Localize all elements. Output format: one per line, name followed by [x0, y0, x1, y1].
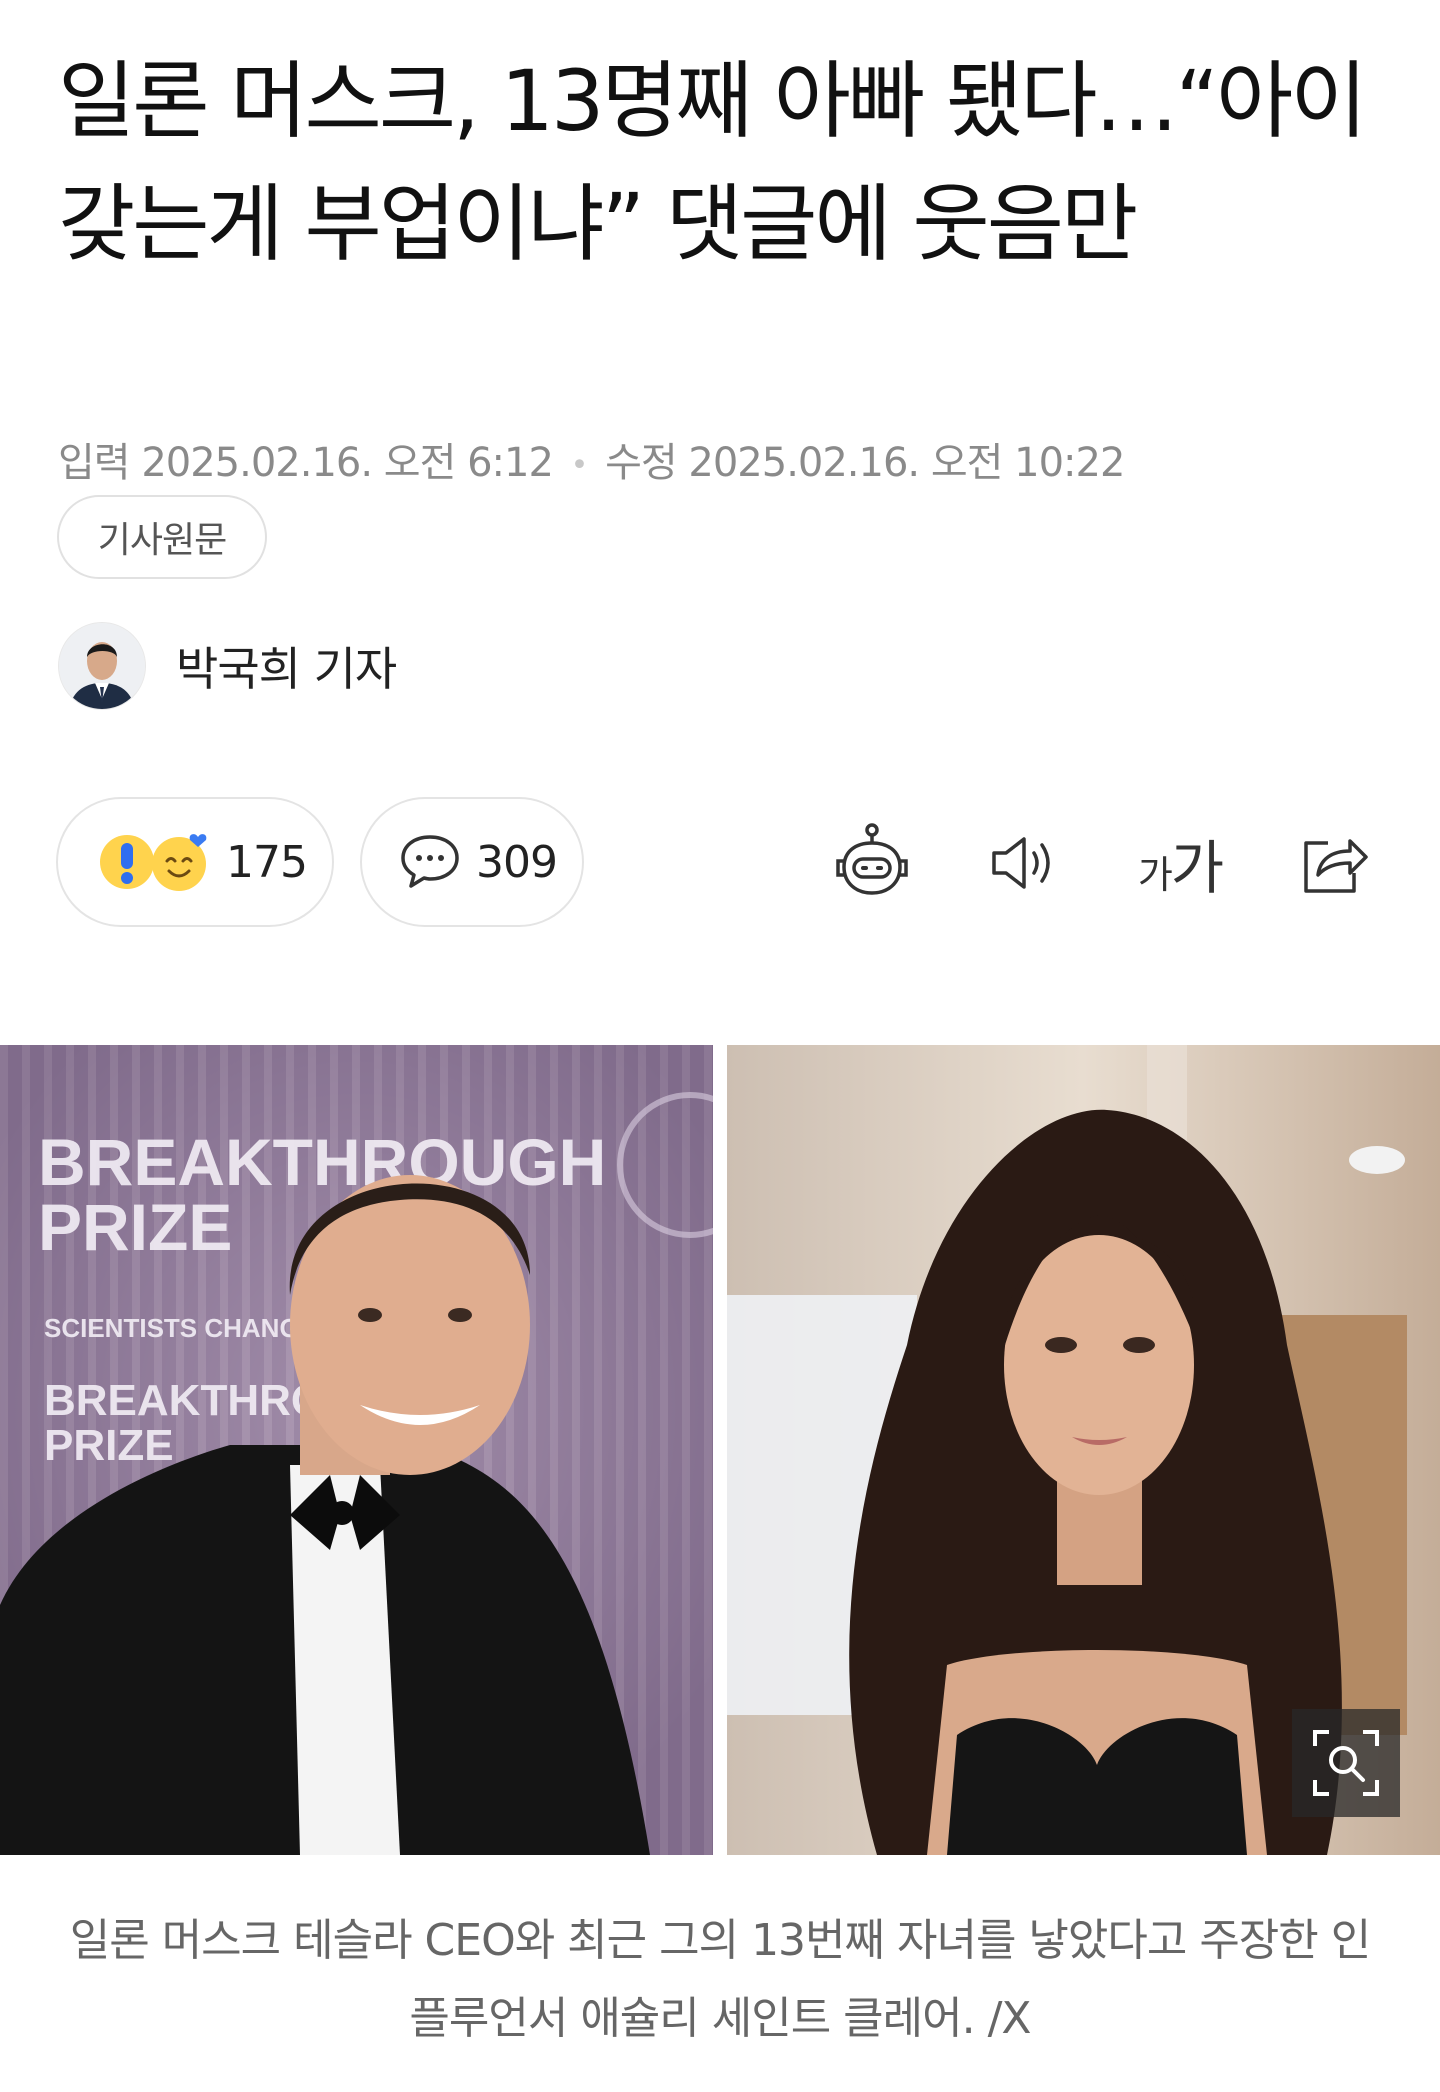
comment-button[interactable]: 309 [360, 797, 584, 927]
robot-icon [836, 823, 908, 895]
original-article-button[interactable]: 기사원문 [57, 495, 267, 579]
reaction-count: 175 [226, 836, 308, 888]
font-size-button[interactable]: 가가 [1132, 815, 1228, 911]
share-button[interactable] [1286, 815, 1382, 911]
share-icon [1304, 839, 1368, 893]
modified-time: 2025.02.16. 오전 10:22 [688, 440, 1125, 486]
heart-smile-emoji-icon [152, 834, 207, 891]
font-size-icon: 가가 [1137, 821, 1224, 905]
reporter-name[interactable]: 박국희 기자 [176, 633, 397, 699]
ai-summary-button[interactable] [824, 815, 920, 911]
photo-caption: 일론 머스크 테슬라 CEO와 최근 그의 13번째 자녀를 낳았다고 주장한 … [69, 1915, 1372, 2044]
comment-count: 309 [476, 836, 558, 888]
reporter-info[interactable]: 박국희 기자 [58, 622, 397, 710]
published-label: 입력 [58, 440, 131, 486]
font-size-big-label: 가 [1170, 834, 1224, 902]
reporter-avatar[interactable] [58, 622, 146, 710]
published-time: 2025.02.16. 오전 6:12 [141, 440, 554, 486]
article-title: 일론 머스크, 13명째 아빠 됐다…“아이 갖는게 부업이냐” 댓글에 웃음만 [58, 52, 1368, 273]
article-photo-left[interactable]: BREAKTHROUGH PRIZE SCIENTISTS CHANGING T… [0, 1045, 713, 1855]
text-to-speech-button[interactable] [978, 815, 1074, 911]
reaction-icons [98, 831, 212, 893]
exclamation-emoji-icon [100, 835, 154, 889]
comment-bubble-icon [401, 835, 459, 888]
backdrop-text-1: BREAKTHROUGH [38, 1125, 606, 1199]
reaction-button[interactable]: 175 [56, 797, 334, 927]
article-timestamps: 입력 2025.02.16. 오전 6:12 • 수정 2025.02.16. … [58, 430, 1125, 488]
meta-separator: • [570, 447, 589, 483]
backdrop-text-2: PRIZE [38, 1190, 232, 1264]
font-size-small-label: 가 [1137, 853, 1173, 897]
backdrop-text-5: PRIZE [44, 1421, 174, 1470]
zoom-magnifier-icon [1313, 1730, 1379, 1796]
man-photo-image: BREAKTHROUGH PRIZE SCIENTISTS CHANGING T… [0, 1045, 713, 1855]
modified-label: 수정 [605, 440, 678, 486]
zoom-image-button[interactable] [1292, 1709, 1400, 1817]
speaker-icon [992, 837, 1050, 889]
